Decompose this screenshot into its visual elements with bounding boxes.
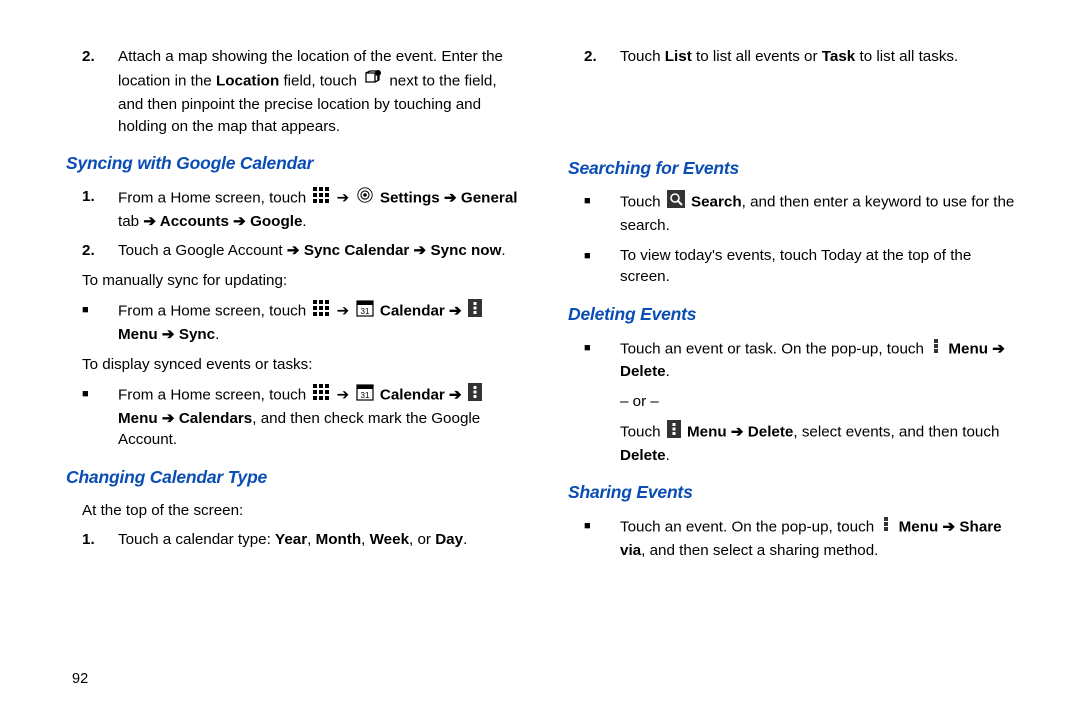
bullet-icon: ■ <box>82 383 89 405</box>
settings-gear-icon <box>356 186 374 211</box>
calendar-31-icon: 31 <box>356 383 374 408</box>
bold: Calendar ➔ <box>376 303 466 320</box>
bold: Week <box>370 531 409 548</box>
bold: ➔ Sync Calendar ➔ Sync now <box>283 242 502 259</box>
heading-changing: Changing Calendar Type <box>56 465 522 490</box>
bold: Search <box>687 194 742 211</box>
sync-manual-intro: To manually sync for updating: <box>56 270 522 292</box>
spacer <box>558 76 1024 156</box>
bold: List <box>665 48 692 65</box>
heading-searching: Searching for Events <box>558 156 1024 181</box>
text: . <box>666 447 670 464</box>
delete-bullet-1: ■ Touch an event or task. On the pop-up,… <box>558 337 1024 383</box>
list-number: 1. <box>82 186 95 208</box>
text: Touch <box>620 194 665 211</box>
text: Touch <box>620 48 665 65</box>
text: . <box>666 363 670 380</box>
search-icon <box>667 190 685 215</box>
bold: Delete <box>620 447 666 464</box>
bold: Menu ➔ Calendars <box>118 410 252 427</box>
search-bullet-2: ■ To view today's events, touch Today at… <box>558 245 1024 288</box>
apps-grid-icon <box>312 186 330 211</box>
bold: Menu ➔ Sync <box>118 326 215 343</box>
text: , <box>361 531 369 548</box>
bold: Calendar ➔ <box>376 387 466 404</box>
menu-dots-icon <box>468 383 482 408</box>
svg-text:31: 31 <box>360 307 369 316</box>
text: , and then select a sharing method. <box>641 542 878 559</box>
text: Touch a Google Account <box>118 242 283 259</box>
sync-step-2: 2. Touch a Google Account ➔ Sync Calenda… <box>56 240 522 262</box>
bullet-icon: ■ <box>584 337 591 359</box>
text: Touch <box>620 424 665 441</box>
text: Touch an event or task. On the pop-up, t… <box>620 340 928 357</box>
arrow: ➔ <box>332 189 353 206</box>
share-bullet-1: ■ Touch an event. On the pop-up, touch M… <box>558 515 1024 561</box>
text: , <box>307 531 315 548</box>
list-number: 2. <box>584 46 597 68</box>
arrow: ➔ <box>332 387 353 404</box>
step-2-attach-map: 2. Attach a map showing the location of … <box>56 46 522 137</box>
search-bullet-1: ■ Touch Search, and then enter a keyword… <box>558 190 1024 236</box>
bold: Settings ➔ General <box>376 189 518 206</box>
text: . <box>215 326 219 343</box>
text: tab <box>118 213 139 230</box>
bold: Month <box>316 531 362 548</box>
heading-syncing: Syncing with Google Calendar <box>56 151 522 176</box>
bold: Year <box>275 531 307 548</box>
text: . <box>501 242 505 259</box>
delete-alt: Touch Menu ➔ Delete, select events, and … <box>558 420 1024 466</box>
text: . <box>302 213 306 230</box>
map-pin-icon <box>363 68 383 95</box>
sync-bullet-sync: ■ From a Home screen, touch ➔ 31 Calenda… <box>56 299 522 345</box>
menu-dots-icon <box>880 515 892 540</box>
text: Touch an event. On the pop-up, touch <box>620 519 878 536</box>
sync-step-1: 1. From a Home screen, touch ➔ Settings … <box>56 186 522 232</box>
apps-grid-icon <box>312 299 330 324</box>
text: to list all tasks. <box>855 48 958 65</box>
bold: ➔ Accounts ➔ Google <box>139 213 302 230</box>
bullet-icon: ■ <box>584 515 591 537</box>
text: From a Home screen, touch <box>118 189 310 206</box>
delete-or: – or – <box>558 391 1024 413</box>
svg-text:31: 31 <box>360 391 369 400</box>
text: From a Home screen, touch <box>118 387 310 404</box>
text: to list all events or <box>692 48 822 65</box>
bold: Day <box>435 531 463 548</box>
list-number: 1. <box>82 529 95 551</box>
menu-dots-icon <box>930 337 942 362</box>
bullet-icon: ■ <box>584 245 591 267</box>
heading-sharing: Sharing Events <box>558 480 1024 505</box>
page-number: 92 <box>72 669 88 690</box>
text: . <box>463 531 467 548</box>
arrow: ➔ <box>332 303 353 320</box>
menu-dots-icon <box>667 420 681 445</box>
bullet-icon: ■ <box>82 299 89 321</box>
sync-bullet-calendars: ■ From a Home screen, touch ➔ 31 Calenda… <box>56 383 522 451</box>
text: Touch a calendar type: <box>118 531 275 548</box>
change-step-1: 1. Touch a calendar type: Year, Month, W… <box>56 529 522 551</box>
text: , select events, and then touch <box>793 424 999 441</box>
list-number: 2. <box>82 240 95 262</box>
change-intro: At the top of the screen: <box>56 500 522 522</box>
bullet-icon: ■ <box>584 190 591 212</box>
text: field, touch <box>279 72 361 89</box>
bold: Menu ➔ Delete <box>683 424 794 441</box>
menu-dots-icon <box>468 299 482 324</box>
calendar-31-icon: 31 <box>356 299 374 324</box>
bold: Location <box>216 72 279 89</box>
change-step-2: 2. Touch List to list all events or Task… <box>558 46 1024 68</box>
list-number: 2. <box>82 46 95 68</box>
sync-display-intro: To display synced events or tasks: <box>56 354 522 376</box>
bold: Task <box>822 48 856 65</box>
text: , or <box>409 531 435 548</box>
text: From a Home screen, touch <box>118 303 310 320</box>
apps-grid-icon <box>312 383 330 408</box>
text: To view today's events, touch Today at t… <box>620 247 971 286</box>
heading-deleting: Deleting Events <box>558 302 1024 327</box>
